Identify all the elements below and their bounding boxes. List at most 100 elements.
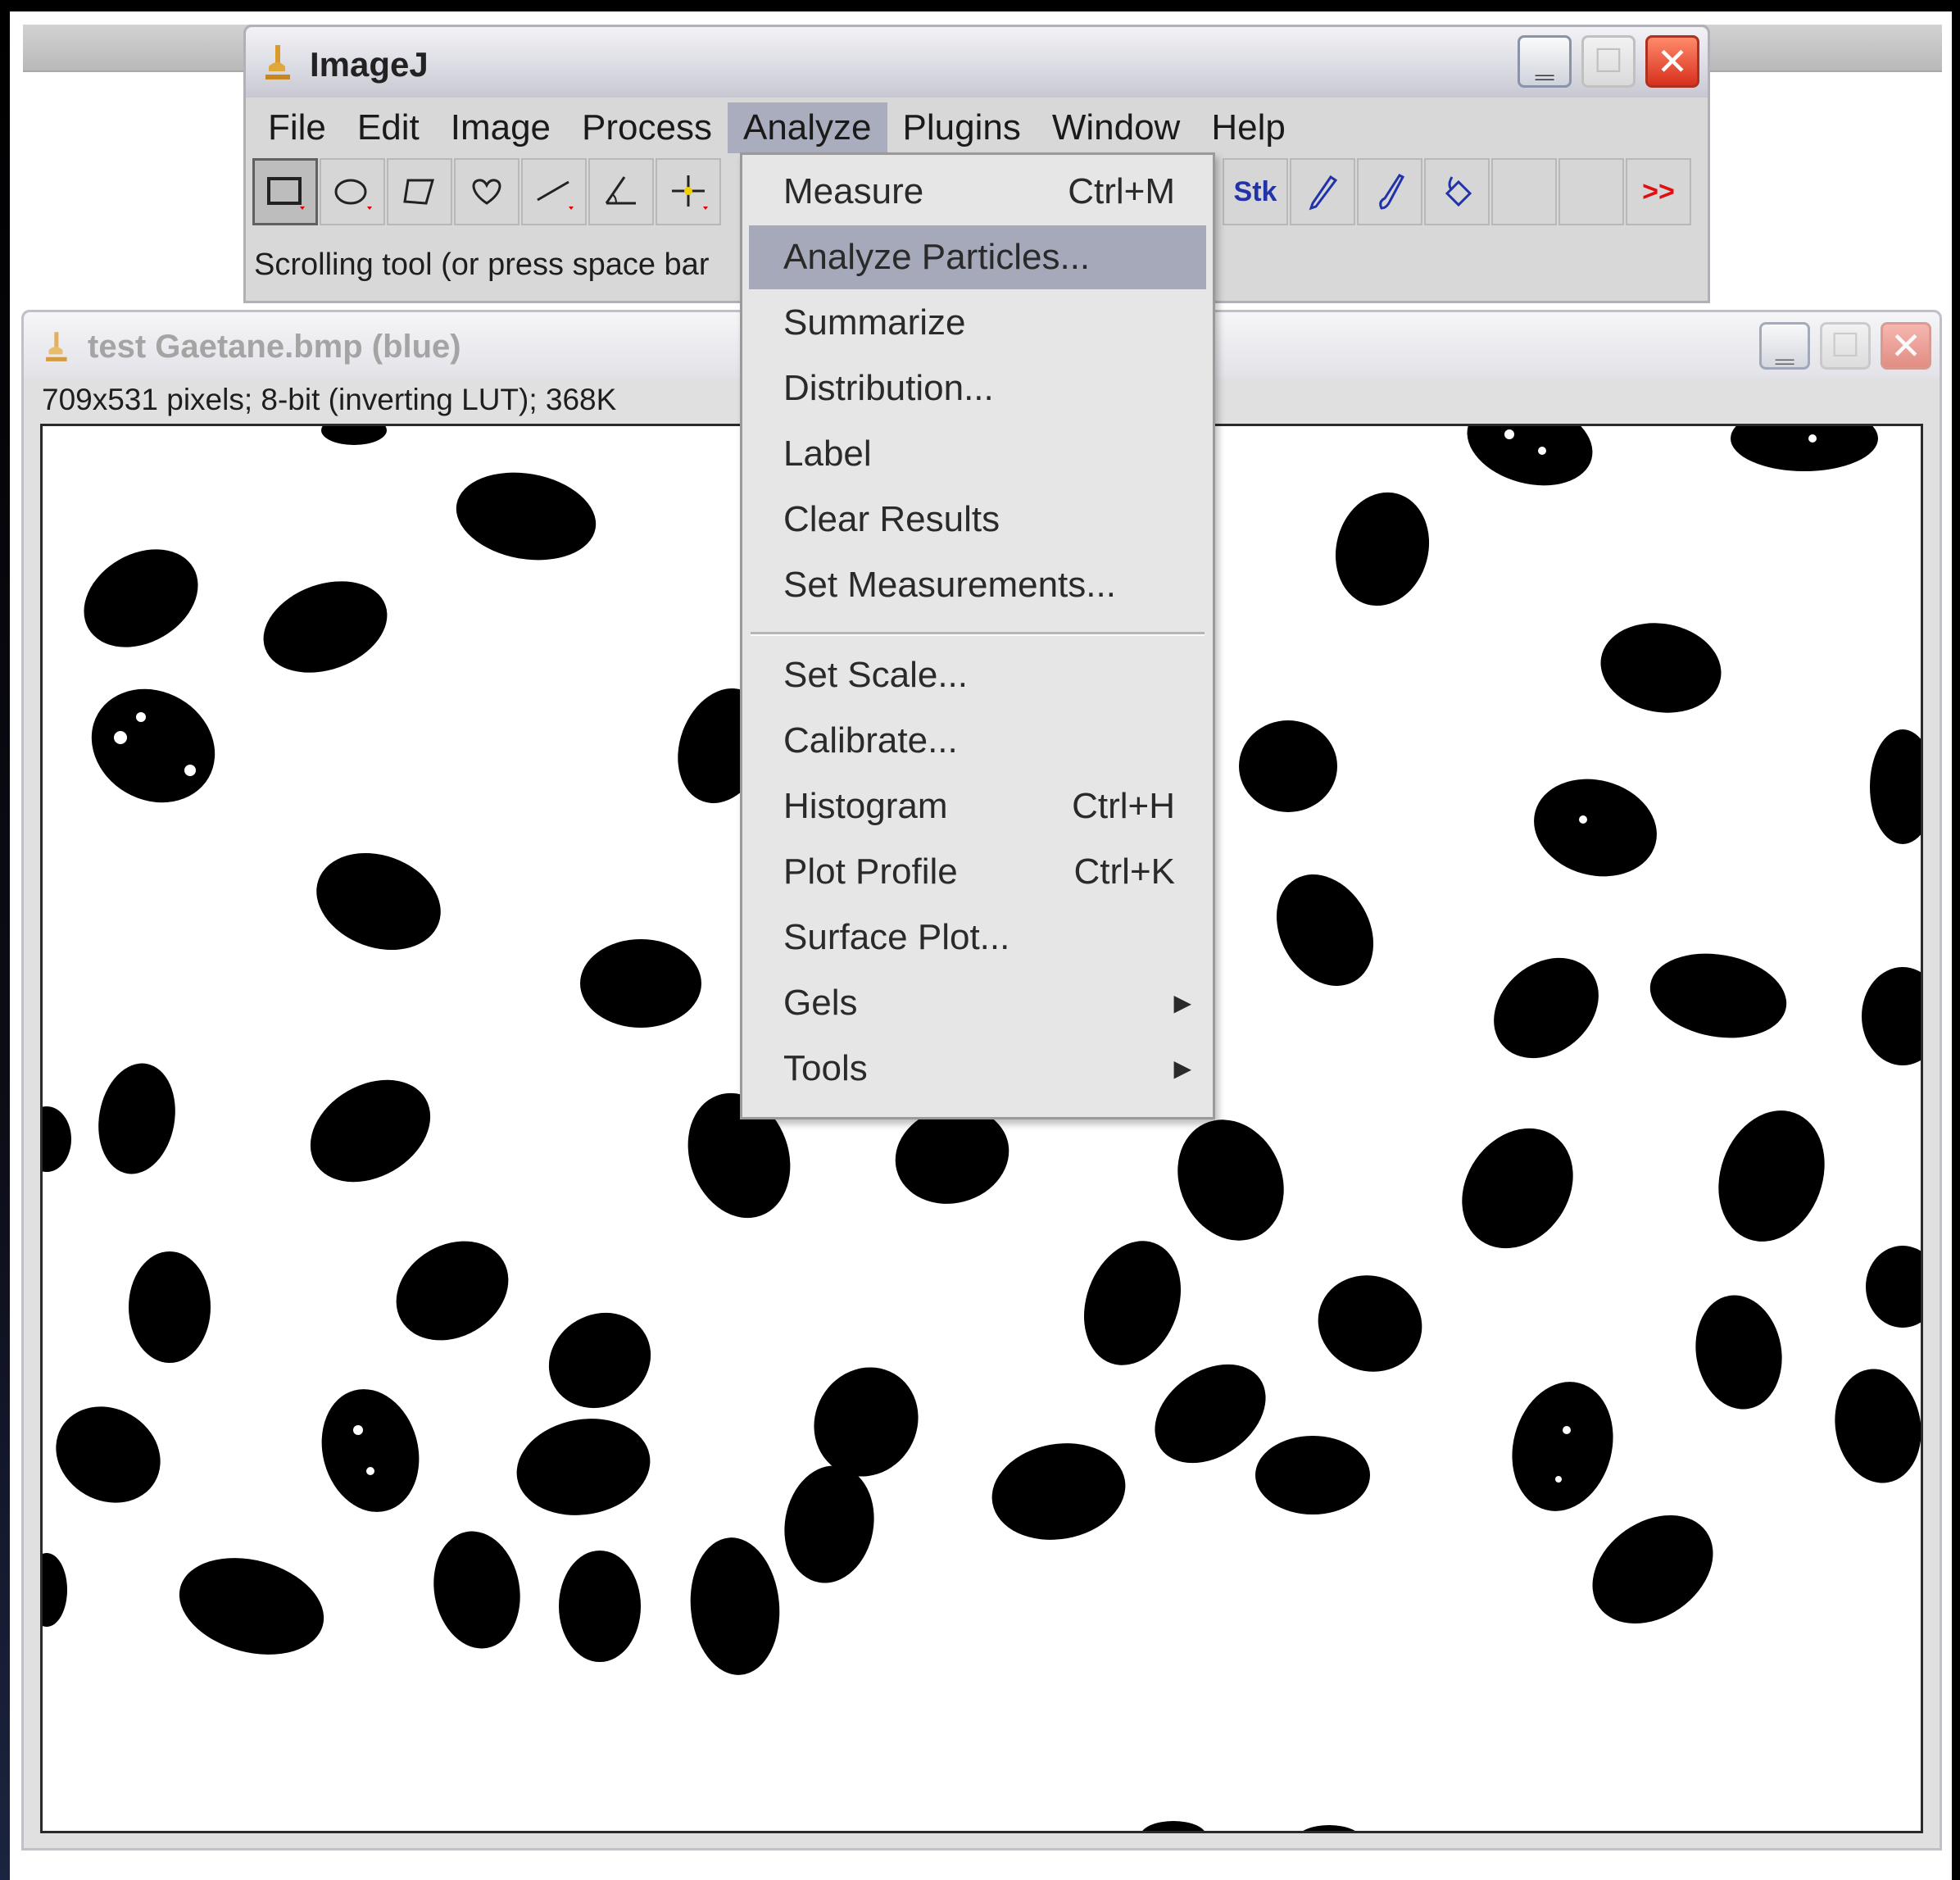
particle (43, 1553, 67, 1627)
menu-item-clear-results[interactable]: Clear Results (749, 488, 1206, 552)
particle (1862, 967, 1921, 1065)
empty-tool-slot-1[interactable] (1491, 158, 1557, 225)
particle-hole (1808, 434, 1817, 443)
menu-item-label: Clear Results (783, 499, 1000, 539)
menu-edit[interactable]: Edit (342, 102, 435, 153)
menu-item-label[interactable]: Label (749, 422, 1206, 486)
menu-item-set-measurements[interactable]: Set Measurements... (749, 553, 1206, 617)
particle (516, 1419, 651, 1515)
menu-item-plot-profile[interactable]: Plot Profile Ctrl+K (749, 840, 1206, 904)
stacks-tool-button[interactable]: Stk (1223, 158, 1288, 225)
menu-item-shortcut: Ctrl+H (1072, 786, 1175, 826)
particle (1276, 874, 1374, 986)
particle (1600, 623, 1722, 713)
menu-help[interactable]: Help (1196, 102, 1301, 153)
line-tool-button[interactable] (521, 158, 587, 225)
particle (1177, 1119, 1284, 1241)
menu-item-label: Set Scale... (783, 655, 969, 695)
freehand-tool-button[interactable] (454, 158, 519, 225)
main-window-controls: ‗ ☐ ✕ (1518, 35, 1699, 89)
menu-item-set-scale[interactable]: Set Scale... (749, 643, 1206, 707)
particle (991, 1443, 1126, 1540)
slide-frame-left (0, 0, 10, 1880)
maximize-button[interactable]: ☐ (1581, 35, 1636, 88)
angle-tool-button[interactable] (588, 158, 654, 225)
menu-item-label: Tools (783, 1048, 868, 1088)
menu-item-label: Surface Plot... (783, 917, 1010, 957)
particle (1592, 1514, 1713, 1624)
particle (1462, 1128, 1573, 1249)
menu-image[interactable]: Image (435, 102, 566, 153)
particle (1239, 720, 1337, 812)
particle-hole (136, 712, 146, 722)
particle (179, 1558, 324, 1655)
minimize-icon: ‗ (1535, 43, 1554, 79)
particle-hole (1579, 815, 1587, 824)
menu-analyze[interactable]: Analyze (727, 102, 887, 153)
point-tool-button[interactable] (656, 158, 721, 225)
menu-item-histogram[interactable]: Histogram Ctrl+H (749, 774, 1206, 838)
particle (1335, 492, 1430, 606)
close-icon: ✕ (1890, 325, 1922, 367)
menu-item-shortcut: Ctrl+K (1073, 851, 1175, 892)
menu-item-calibrate[interactable]: Calibrate... (749, 709, 1206, 773)
particle (456, 472, 597, 561)
analyze-menu-dropdown: Measure Ctrl+M Analyze Particles... Summ… (740, 152, 1215, 1119)
microscope-icon (46, 332, 67, 361)
menu-item-label: Analyze Particles... (783, 237, 1091, 277)
brush-tool-button[interactable] (1357, 158, 1422, 225)
menu-file[interactable]: File (252, 102, 342, 153)
menu-process[interactable]: Process (566, 102, 728, 153)
particle-hole (1563, 1426, 1571, 1434)
particle (1467, 426, 1593, 486)
image-close-button[interactable]: ✕ (1881, 322, 1931, 370)
image-minimize-button[interactable]: ‗ (1759, 322, 1810, 370)
particle (559, 1551, 641, 1662)
menu-item-tools[interactable]: Tools ▶ (749, 1037, 1206, 1101)
particle (433, 1531, 520, 1649)
microscope-icon (265, 45, 290, 79)
particle (1718, 1110, 1825, 1242)
pencil-tool-button[interactable] (1290, 158, 1355, 225)
particle (396, 1241, 509, 1341)
particle-hole (1555, 1476, 1562, 1483)
menu-item-label: Label (783, 434, 872, 474)
empty-tool-slot-2[interactable] (1558, 158, 1624, 225)
menu-item-gels[interactable]: Gels ▶ (749, 971, 1206, 1035)
particle (1494, 957, 1599, 1059)
brush-icon (1379, 174, 1405, 210)
particle (56, 1406, 161, 1503)
particle (1142, 1821, 1205, 1831)
image-maximize-button[interactable]: ☐ (1820, 322, 1871, 370)
more-tools-label: >> (1642, 175, 1675, 207)
minimize-button[interactable]: ‗ (1518, 35, 1572, 88)
menu-separator (751, 632, 1205, 636)
menu-item-measure[interactable]: Measure Ctrl+M (749, 160, 1206, 224)
particle (321, 426, 387, 445)
menu-plugins[interactable]: Plugins (887, 102, 1037, 153)
particle (43, 1106, 71, 1172)
image-window-controls: ‗ ☐ ✕ (1759, 322, 1931, 376)
particle (690, 1537, 780, 1675)
menu-window[interactable]: Window (1037, 102, 1196, 153)
close-button[interactable]: ✕ (1645, 35, 1699, 88)
particle (263, 581, 388, 673)
menu-item-summarize[interactable]: Summarize (749, 291, 1206, 355)
polygon-tool-button[interactable] (387, 158, 452, 225)
maximize-icon: ☐ (1594, 43, 1623, 79)
menu-item-surface-plot[interactable]: Surface Plot... (749, 906, 1206, 970)
rectangle-tool-button[interactable] (252, 158, 318, 225)
particle (98, 1063, 175, 1174)
oval-tool-button[interactable] (320, 158, 385, 225)
particle (316, 853, 441, 950)
minimize-icon: ‗ (1775, 328, 1794, 364)
main-title-bar[interactable]: ImageJ ‗ ☐ ✕ (246, 27, 1708, 98)
more-tools-button[interactable]: >> (1626, 158, 1691, 225)
particle-hole (1504, 429, 1514, 439)
menu-bar: File Edit Image Process Analyze Plugins … (252, 102, 1701, 153)
menu-item-analyze-particles[interactable]: Analyze Particles... (749, 225, 1206, 289)
image-window-title: test Gaetane.bmp (blue) (88, 329, 461, 365)
flood-fill-tool-button[interactable] (1424, 158, 1490, 225)
menu-item-label: Calibrate... (783, 720, 958, 761)
menu-item-distribution[interactable]: Distribution... (749, 356, 1206, 420)
